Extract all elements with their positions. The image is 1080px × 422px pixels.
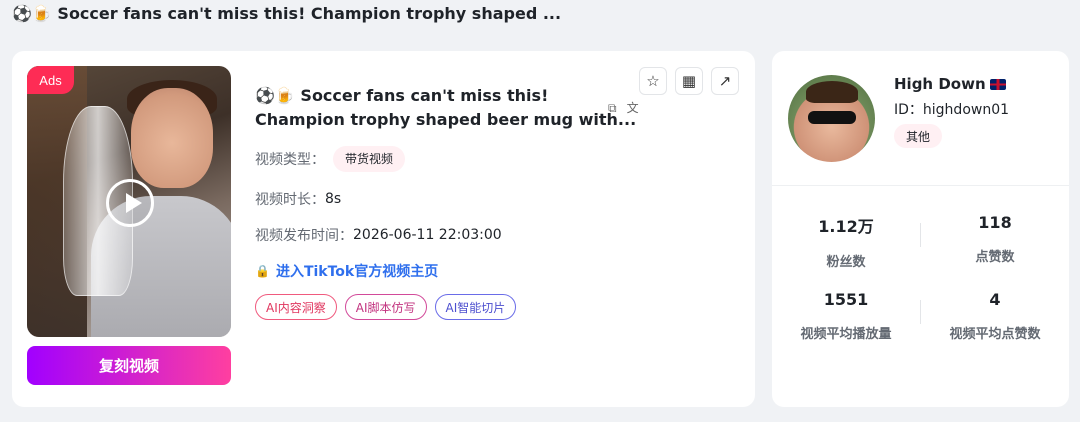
video-card: Ads 复刻视频 ⚽🍺 Soccer fans can't miss this!…	[12, 51, 755, 407]
page-title: ⚽🍺 Soccer fans can't miss this! Champion…	[12, 4, 562, 23]
publish-time-row: 视频发布时间： 2026-06-11 22:03:00	[255, 225, 502, 245]
lock-icon: 🔒	[255, 264, 270, 278]
avatar-glasses	[808, 111, 856, 124]
stat-value: 1.12万	[818, 217, 874, 236]
author-name-label: High Down	[894, 75, 986, 93]
title-icons: ⧉ 文	[608, 99, 649, 116]
video-thumbnail[interactable]: Ads	[27, 66, 231, 337]
stat-value: 1551	[823, 290, 869, 309]
top-actions: ☆ ▦ ↗	[639, 67, 739, 95]
stat-followers: 1.12万 粉丝数	[772, 213, 920, 270]
category-tag: 其他	[894, 124, 943, 148]
stat-value: 4	[989, 290, 1001, 309]
ai-tags: AI内容洞察 AI脚本仿写 AI智能切片	[255, 294, 517, 320]
copy-video-button[interactable]: 复刻视频	[27, 346, 231, 385]
stat-label: 视频平均点赞数	[949, 327, 1041, 342]
stat-likes: 118 点赞数	[921, 213, 1069, 265]
divider	[772, 185, 1069, 186]
author-id: ID：highdown01	[894, 102, 1010, 118]
avatar[interactable]	[788, 75, 875, 162]
stat-label: 视频平均播放量	[800, 327, 892, 342]
video-title[interactable]: ⚽🍺 Soccer fans can't miss this! Champion…	[255, 84, 637, 132]
ai-script-rewrite-button[interactable]: AI脚本仿写	[344, 294, 427, 320]
tiktok-link[interactable]: 🔒 进入TikTok官方视频主页	[255, 261, 438, 281]
stat-value: 118	[978, 213, 1012, 232]
video-title-line1: ⚽🍺 Soccer fans can't miss this!	[255, 86, 549, 105]
video-type-tag: 带货视频	[333, 146, 406, 172]
translate-icon[interactable]: 文	[627, 99, 639, 116]
external-link-icon[interactable]: ↗	[711, 67, 739, 95]
publish-time-label: 视频发布时间：	[255, 228, 353, 244]
avatar-hair	[806, 81, 858, 103]
star-icon[interactable]: ☆	[639, 67, 667, 95]
play-icon[interactable]	[106, 179, 154, 227]
video-title-line2: Champion trophy shaped beer mug with...	[255, 110, 637, 129]
tiktok-link-label: 进入TikTok官方视频主页	[275, 264, 439, 280]
author-card: High Down ID：highdown01 其他 1.12万 粉丝数 118…	[772, 51, 1069, 407]
duration-row: 视频时长： 8s	[255, 189, 341, 209]
stat-label: 粉丝数	[826, 255, 866, 270]
ai-content-insight-button[interactable]: AI内容洞察	[255, 294, 337, 320]
duration-value: 8s	[325, 191, 342, 207]
person-head	[131, 88, 213, 188]
duration-label: 视频时长：	[255, 192, 325, 208]
video-type-row: 视频类型： 带货视频	[255, 146, 406, 172]
stat-avg-plays: 1551 视频平均播放量	[772, 290, 920, 342]
video-type-label: 视频类型：	[255, 152, 325, 168]
ads-badge: Ads	[27, 66, 74, 94]
publish-time-value: 2026-06-11 22:03:00	[353, 227, 502, 243]
uk-flag-icon	[989, 79, 1006, 90]
qrcode-icon[interactable]: ▦	[675, 67, 703, 95]
ai-smart-clip-button[interactable]: AI智能切片	[434, 294, 517, 320]
stat-label: 点赞数	[975, 250, 1015, 265]
copy-icon[interactable]: ⧉	[608, 101, 617, 116]
stat-avg-likes: 4 视频平均点赞数	[921, 290, 1069, 342]
author-name[interactable]: High Down	[894, 75, 1006, 93]
